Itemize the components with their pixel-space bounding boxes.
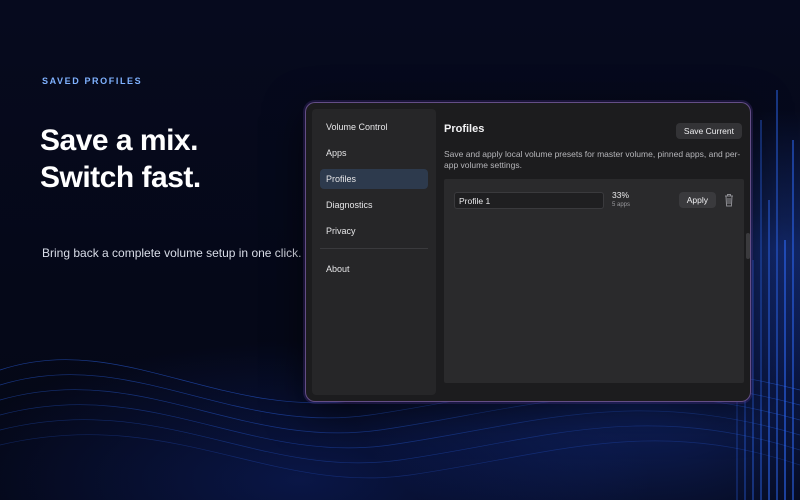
section-eyebrow: SAVED PROFILES <box>42 76 143 86</box>
profile-row: 33% 5 apps Apply <box>454 190 734 213</box>
save-current-button[interactable]: Save Current <box>675 123 742 139</box>
apply-profile-button[interactable]: Apply <box>678 192 716 208</box>
headline-line-1: Save a mix. <box>40 124 198 157</box>
sidebar-item-profiles[interactable]: Profiles <box>320 169 428 189</box>
settings-window: Volume Control Apps Profiles Diagnostics… <box>305 102 751 402</box>
sidebar-item-privacy[interactable]: Privacy <box>320 221 428 241</box>
pane-header: Profiles Save Current <box>444 119 742 143</box>
profiles-list: 33% 5 apps Apply <box>444 179 744 383</box>
headline-line-2: Switch fast. <box>40 161 201 194</box>
profile-name-input[interactable] <box>454 192 604 209</box>
sidebar-item-about[interactable]: About <box>320 259 428 279</box>
window-scroll-edge <box>746 233 750 259</box>
sidebar-divider <box>320 248 428 249</box>
sidebar-item-apps[interactable]: Apps <box>320 143 428 163</box>
pane-description: Save and apply local volume presets for … <box>444 149 741 170</box>
sidebar: Volume Control Apps Profiles Diagnostics… <box>312 109 436 395</box>
sidebar-item-volume-control[interactable]: Volume Control <box>320 117 428 137</box>
profile-volume-percent: 33% <box>612 190 630 200</box>
sidebar-item-diagnostics[interactable]: Diagnostics <box>320 195 428 215</box>
trash-icon[interactable] <box>724 193 734 207</box>
profiles-pane: Profiles Save Current Save and apply loc… <box>436 103 750 401</box>
page-title: Profiles <box>444 123 485 135</box>
profile-app-count: 5 apps <box>612 202 631 208</box>
hero-subline: Bring back a complete volume setup in on… <box>42 246 302 260</box>
hero-headline: Save a mix. Switch fast. <box>40 122 290 196</box>
